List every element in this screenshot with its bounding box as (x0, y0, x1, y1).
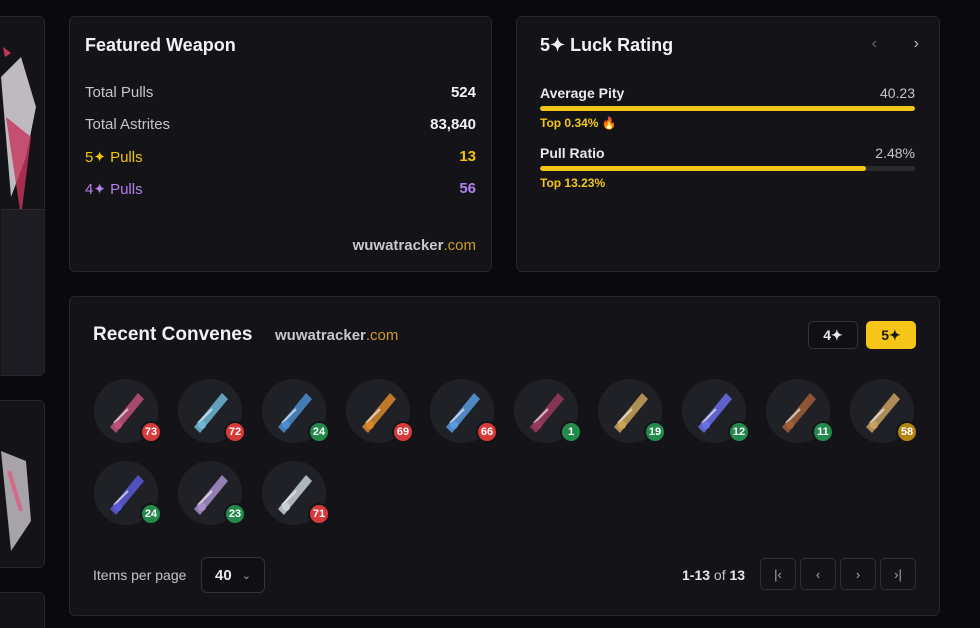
pity-badge: 58 (896, 421, 918, 443)
stat-total-pulls: Total Pulls 524 (85, 84, 476, 101)
brand-domain: .com (365, 327, 399, 344)
pity-badge: 72 (224, 421, 246, 443)
chevron-down-icon: ⌄ (241, 569, 251, 582)
stat-4star-pulls: 4✦ Pulls 56 (85, 180, 476, 198)
brand-name: wuwatracker (275, 327, 366, 344)
pity-badge: 23 (224, 503, 246, 525)
metric-rank: Top 13.23% (540, 176, 606, 190)
luck-rating-card: 5✦ Luck Rating ‹ › Average Pity 40.23 To… (516, 16, 940, 272)
first-page-button[interactable]: |‹ (760, 558, 796, 590)
metric-name: Average Pity (540, 85, 625, 101)
filter-5star-button[interactable]: 5✦ (866, 321, 916, 349)
filter-4star-button[interactable]: 4✦ (808, 321, 858, 349)
metric-progress-bar (540, 166, 915, 171)
stat-label: Total Pulls (85, 84, 154, 101)
convene-item[interactable]: 19 (598, 379, 666, 443)
metric-progress-fill (540, 106, 915, 111)
convene-item[interactable]: 71 (262, 461, 330, 525)
items-per-page-value: 40 (215, 566, 232, 584)
convene-item[interactable]: 12 (682, 379, 750, 443)
character-card[interactable] (0, 16, 45, 376)
pity-badge: 71 (308, 503, 330, 525)
character-art (1, 451, 31, 551)
convene-item[interactable]: 24 (94, 461, 162, 525)
metric-value: 2.48% (875, 145, 915, 161)
pity-badge: 69 (392, 421, 414, 443)
pity-badge: 24 (308, 421, 330, 443)
first-page-icon: |‹ (774, 566, 782, 582)
metric-progress-bar (540, 106, 915, 111)
convene-item[interactable]: 1 (514, 379, 582, 443)
stat-total-astrites: Total Astrites 83,840 (85, 116, 476, 133)
featured-weapon-title: Featured Weapon (85, 35, 236, 55)
next-page-button[interactable]: › (840, 558, 876, 590)
stat-label: 4✦ Pulls (85, 181, 143, 198)
stat-value: 524 (450, 84, 476, 101)
range-of: of (713, 567, 726, 583)
pagination-range: 1-13 of 13 (682, 567, 745, 583)
prev-page-button[interactable]: ‹ (800, 558, 836, 590)
pity-badge: 19 (644, 421, 666, 443)
metric-pull-ratio: Pull Ratio 2.48% Top 13.23% (540, 145, 915, 190)
metric-value: 40.23 (879, 85, 915, 101)
stat-label: Total Astrites (85, 116, 171, 133)
chevron-right-icon[interactable]: › (914, 35, 919, 53)
character-card-panel (1, 209, 44, 375)
prev-page-icon: ‹ (815, 566, 821, 582)
convene-item[interactable]: 24 (262, 379, 330, 443)
convene-item[interactable]: 73 (94, 379, 162, 443)
convene-item[interactable]: 69 (346, 379, 414, 443)
character-card[interactable] (0, 400, 45, 568)
pity-badge: 11 (812, 421, 834, 443)
metric-average-pity: Average Pity 40.23 Top 0.34% 🔥 (540, 85, 915, 130)
convene-item[interactable]: 11 (766, 379, 834, 443)
pity-badge: 24 (140, 503, 162, 525)
convene-item[interactable]: 72 (178, 379, 246, 443)
brand-name: wuwatracker (352, 237, 444, 254)
metric-rank: Top 0.34% 🔥 (540, 116, 617, 130)
next-page-icon: › (855, 566, 861, 582)
pity-badge: 12 (728, 421, 750, 443)
brand-watermark[interactable]: wuwatracker.com (353, 237, 476, 254)
items-per-page-label: Items per page (93, 567, 187, 583)
pity-badge: 66 (476, 421, 498, 443)
recent-convenes-title: Recent Convenes (93, 324, 253, 345)
brand-watermark[interactable]: wuwatracker.com (275, 327, 398, 344)
pity-badge: 1 (560, 421, 582, 443)
convene-item[interactable]: 23 (178, 461, 246, 525)
recent-convenes-card: Recent Convenes wuwatracker.com 4✦ 5✦ 73… (69, 296, 940, 616)
luck-rating-title: 5✦ Luck Rating (540, 35, 674, 55)
items-per-page-select[interactable]: 40 ⌄ (201, 557, 265, 593)
brand-domain: .com (443, 237, 476, 254)
last-page-button[interactable]: ›| (880, 558, 916, 590)
convene-item[interactable]: 66 (430, 379, 498, 443)
stat-value: 83,840 (430, 116, 476, 133)
range-total: 13 (729, 567, 746, 583)
metric-name: Pull Ratio (540, 145, 605, 161)
range-text: 1-13 (682, 567, 711, 583)
last-page-icon: ›| (894, 566, 902, 582)
stat-value: 13 (459, 148, 476, 165)
featured-weapon-card: Featured Weapon Total Pulls 524 Total As… (69, 16, 492, 272)
pity-badge: 73 (140, 421, 162, 443)
chevron-left-icon[interactable]: ‹ (872, 35, 877, 53)
stat-5star-pulls: 5✦ Pulls 13 (85, 148, 476, 166)
convene-item[interactable]: 58 (850, 379, 918, 443)
metric-progress-fill (540, 166, 867, 171)
stat-value: 56 (459, 180, 476, 197)
stat-label: 5✦ Pulls (85, 149, 143, 166)
character-card[interactable] (0, 592, 45, 628)
